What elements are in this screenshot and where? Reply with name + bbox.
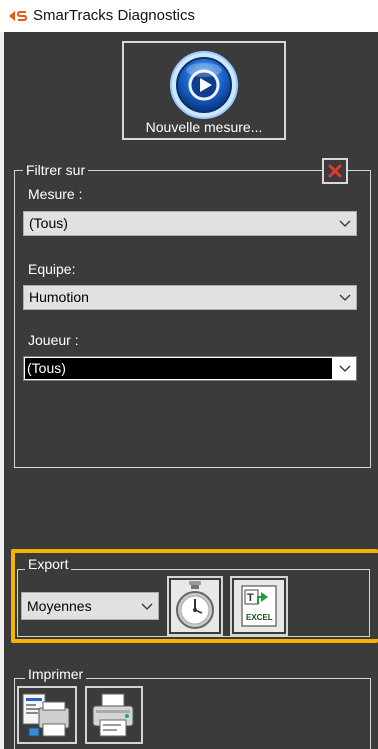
new-measure-label: Nouvelle mesure...	[145, 119, 263, 135]
chevron-down-icon	[334, 286, 356, 309]
stopwatch-button[interactable]	[167, 576, 223, 636]
chevron-down-icon	[334, 357, 356, 380]
close-icon	[328, 164, 342, 178]
equipe-label: Equipe:	[28, 261, 76, 277]
equipe-value: Humotion	[29, 289, 89, 305]
joueur-label: Joueur :	[28, 332, 79, 348]
chevron-down-icon	[136, 593, 158, 619]
print-legend: Imprimer	[25, 666, 87, 682]
play-icon	[170, 51, 238, 119]
svg-text:T: T	[247, 592, 254, 604]
joueur-select[interactable]: (Tous)	[23, 356, 357, 381]
filter-legend: Filtrer sur	[23, 162, 89, 178]
export-legend: Export	[25, 556, 72, 572]
title-bar: SmarTracks Diagnostics	[0, 0, 378, 32]
mesure-select[interactable]: (Tous)	[23, 211, 357, 236]
print-preview-button[interactable]	[17, 686, 77, 744]
print-button[interactable]	[85, 686, 143, 744]
new-measure-button[interactable]: Nouvelle mesure...	[122, 41, 286, 140]
printer-icon	[92, 693, 134, 737]
chevron-down-icon	[334, 212, 356, 235]
export-format-value: Moyennes	[27, 598, 92, 614]
mesure-label: Mesure :	[28, 186, 83, 202]
stopwatch-button-face	[171, 580, 219, 632]
equipe-select[interactable]: Humotion	[23, 285, 357, 310]
stopwatch-icon	[176, 581, 214, 629]
export-format-select[interactable]: Moyennes	[21, 592, 159, 620]
excel-export-button[interactable]: T EXCEL	[230, 576, 288, 636]
excel-icon: T EXCEL	[241, 585, 277, 627]
excel-export-button-face: T EXCEL	[234, 580, 284, 632]
excel-icon-text: EXCEL	[246, 613, 273, 622]
joueur-value: (Tous)	[25, 358, 332, 379]
clear-filter-button[interactable]	[322, 158, 348, 184]
mesure-value: (Tous)	[29, 215, 68, 231]
app-logo-icon	[9, 11, 28, 21]
window-title: SmarTracks Diagnostics	[33, 7, 195, 24]
print-preview-icon	[22, 693, 70, 737]
